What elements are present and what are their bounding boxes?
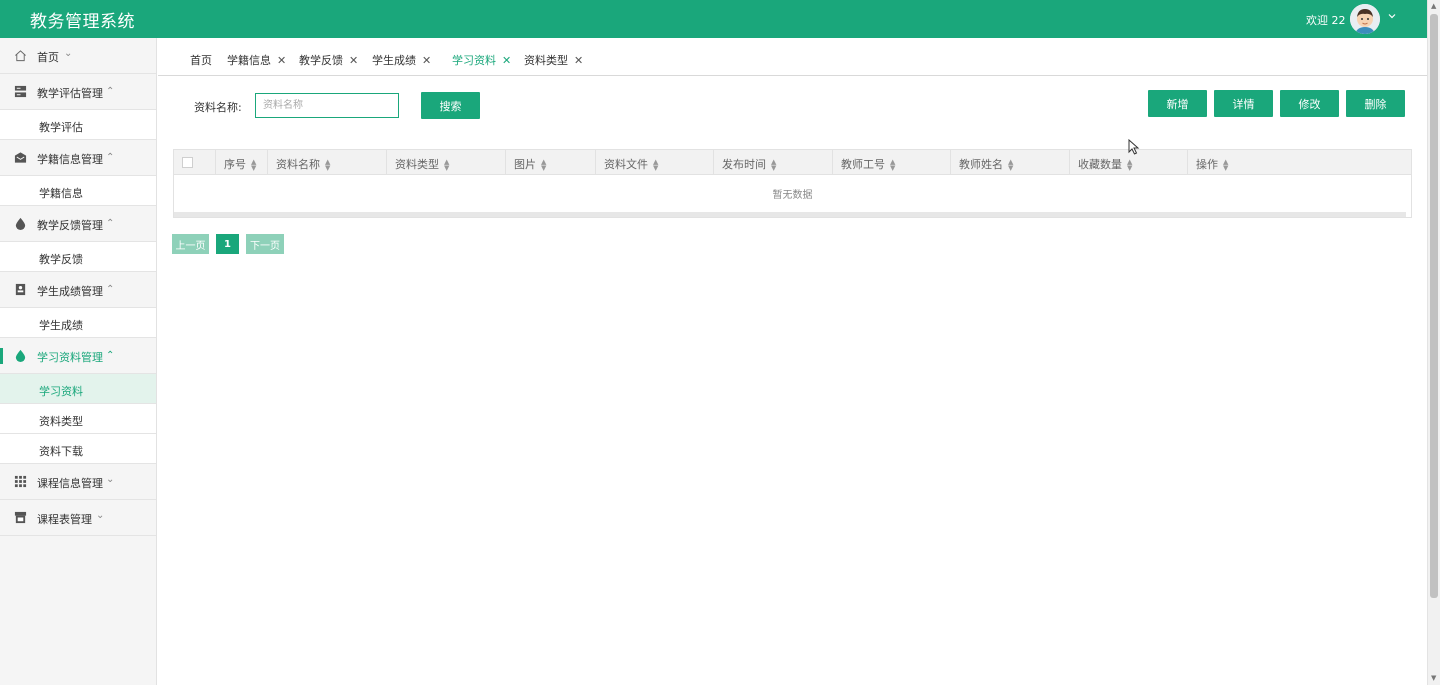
tab-home[interactable]: 首页 [190, 52, 212, 68]
mail-icon [14, 152, 27, 163]
chevron-up-icon: ⌃ [106, 86, 115, 97]
column-header-index[interactable]: 序号 ▲ ▼ [215, 150, 267, 175]
chevron-up-icon: ⌃ [106, 284, 115, 295]
detail-button[interactable]: 详情 [1214, 90, 1273, 117]
sort-icon[interactable]: ▲ ▼ [444, 159, 449, 172]
sidebar-item-feedback[interactable]: 教学反馈 [0, 242, 156, 272]
tab-materials[interactable]: 学习资料 ✕ [452, 52, 511, 68]
column-header-teacher-name[interactable]: 教师姓名 ▲ ▼ [950, 150, 1069, 175]
sort-icon[interactable]: ▲ ▼ [1008, 159, 1013, 172]
chevron-down-icon: ⌄ [96, 510, 105, 521]
sort-icon[interactable]: ▲ ▼ [251, 159, 256, 172]
add-button[interactable]: 新增 [1148, 90, 1207, 117]
column-header-teacher-id[interactable]: 教师工号 ▲ ▼ [832, 150, 950, 175]
tab-material-types[interactable]: 资料类型 ✕ [524, 52, 583, 68]
chevron-up-icon: ⌃ [106, 350, 115, 361]
chevron-down-icon: ⌄ [64, 48, 73, 59]
sidebar-group-label: 学生成绩管理 [37, 285, 103, 298]
sort-icon[interactable]: ▲ ▼ [1127, 159, 1132, 172]
close-icon[interactable]: ✕ [277, 54, 286, 67]
column-header-name[interactable]: 资料名称 ▲ ▼ [267, 150, 386, 175]
material-name-search-input[interactable] [255, 93, 399, 118]
close-icon[interactable]: ✕ [422, 54, 431, 67]
chevron-up-icon: ⌃ [106, 218, 115, 229]
sidebar-group-grades[interactable]: 学生成绩管理 ⌃ [0, 272, 156, 308]
mouse-cursor-icon [1128, 139, 1140, 155]
empty-state-text: 暂无数据 [772, 190, 813, 201]
sidebar-group-courses[interactable]: 课程信息管理 ⌄ [0, 464, 156, 500]
sidebar-group-evaluation[interactable]: 教学评估管理 ⌃ [0, 74, 156, 110]
user-menu-chevron-down-icon[interactable] [1387, 11, 1397, 24]
store-icon [14, 511, 27, 524]
sort-icon[interactable]: ▲ ▼ [541, 159, 546, 172]
sidebar-group-label: 课程信息管理 [37, 477, 103, 490]
sort-icon[interactable]: ▲ ▼ [1223, 159, 1228, 172]
drop-icon [15, 349, 26, 362]
top-header: 教务管理系统 欢迎 22 [0, 0, 1427, 38]
sidebar-item-material-downloads[interactable]: 资料下载 [0, 434, 156, 464]
sidebar-group-label: 课程表管理 [37, 513, 92, 526]
tab-student-records[interactable]: 学籍信息 ✕ [227, 52, 286, 68]
chevron-down-icon: ⌄ [106, 474, 115, 485]
column-header-actions[interactable]: 操作 ▲ ▼ [1187, 150, 1411, 175]
sidebar-group-label: 教学评估管理 [37, 87, 103, 100]
sidebar-item-material-types[interactable]: 资料类型 [0, 404, 156, 434]
sidebar-item-materials[interactable]: 学习资料 [0, 374, 156, 404]
sort-icon[interactable]: ▲ ▼ [771, 159, 776, 172]
next-page-button[interactable]: 下一页 [246, 234, 284, 254]
tab-bar: 首页 学籍信息 ✕ 教学反馈 ✕ 学生成绩 ✕ 学习资料 ✕ 资料类型 ✕ [158, 38, 1427, 76]
sidebar-item-student-records[interactable]: 学籍信息 [0, 176, 156, 206]
server-icon [14, 85, 27, 98]
column-header-type[interactable]: 资料类型 ▲ ▼ [386, 150, 505, 175]
close-icon[interactable]: ✕ [502, 54, 511, 67]
column-header-publish-time[interactable]: 发布时间 ▲ ▼ [713, 150, 832, 175]
sidebar-item-grades[interactable]: 学生成绩 [0, 308, 156, 338]
sidebar-group-timetable[interactable]: 课程表管理 ⌄ [0, 500, 156, 536]
prev-page-button[interactable]: 上一页 [172, 234, 209, 254]
sidebar-group-materials[interactable]: 学习资料管理 ⌃ [0, 338, 156, 374]
id-card-icon [15, 283, 26, 296]
select-all-checkbox[interactable] [182, 157, 193, 168]
close-icon[interactable]: ✕ [349, 54, 358, 67]
scroll-down-arrow-icon[interactable]: ▼ [1431, 674, 1436, 682]
delete-button[interactable]: 删除 [1346, 90, 1405, 117]
table-horizontal-scrollbar[interactable] [174, 212, 1406, 217]
drop-icon [15, 217, 26, 230]
sort-icon[interactable]: ▲ ▼ [890, 159, 895, 172]
tab-grades[interactable]: 学生成绩 ✕ [372, 52, 431, 68]
tab-feedback[interactable]: 教学反馈 ✕ [299, 52, 358, 68]
scroll-up-arrow-icon[interactable]: ▲ [1431, 2, 1436, 10]
close-icon[interactable]: ✕ [574, 54, 583, 67]
grid-icon [14, 475, 27, 488]
app-title: 教务管理系统 [30, 12, 135, 32]
edit-button[interactable]: 修改 [1280, 90, 1339, 117]
table-header: 序号 ▲ ▼ 资料名称 ▲ ▼ 资料类型 ▲ ▼ 图片 ▲ ▼ 资料文件 ▲ ▼ 发布时间 ▲ ▼ 教师… [174, 150, 1411, 175]
scrollbar-thumb[interactable] [1430, 14, 1438, 598]
sidebar-group-student-records[interactable]: 学籍信息管理 ⌃ [0, 140, 156, 176]
sort-icon[interactable]: ▲ ▼ [653, 159, 658, 172]
sidebar: 首页 ⌄ 教学评估管理 ⌃ 教学评估 学籍信息管理 ⌃ 学籍信息 教学反馈管理 … [0, 38, 157, 685]
search-label: 资料名称: [194, 101, 242, 114]
sidebar-group-feedback[interactable]: 教学反馈管理 ⌃ [0, 206, 156, 242]
sidebar-group-label: 学习资料管理 [37, 351, 103, 364]
sidebar-item-label: 首页 [37, 51, 59, 64]
sidebar-item-home[interactable]: 首页 ⌄ [0, 38, 156, 74]
select-all-cell [174, 150, 215, 175]
materials-table: 序号 ▲ ▼ 资料名称 ▲ ▼ 资料类型 ▲ ▼ 图片 ▲ ▼ 资料文件 ▲ ▼ 发布时间 ▲ ▼ 教师… [173, 149, 1412, 218]
chevron-up-icon: ⌃ [106, 152, 115, 163]
column-header-image[interactable]: 图片 ▲ ▼ [505, 150, 595, 175]
user-avatar[interactable] [1350, 4, 1380, 34]
sort-icon[interactable]: ▲ ▼ [325, 159, 330, 172]
home-icon [15, 50, 26, 62]
column-header-file[interactable]: 资料文件 ▲ ▼ [595, 150, 713, 175]
sidebar-item-evaluation[interactable]: 教学评估 [0, 110, 156, 140]
sidebar-group-label: 学籍信息管理 [37, 153, 103, 166]
search-button[interactable]: 搜索 [421, 92, 480, 119]
page-1-button[interactable]: 1 [216, 234, 239, 254]
sidebar-group-label: 教学反馈管理 [37, 219, 103, 232]
welcome-text: 欢迎 22 [1306, 14, 1346, 27]
page-scrollbar[interactable]: ▲ ▼ [1427, 0, 1440, 685]
